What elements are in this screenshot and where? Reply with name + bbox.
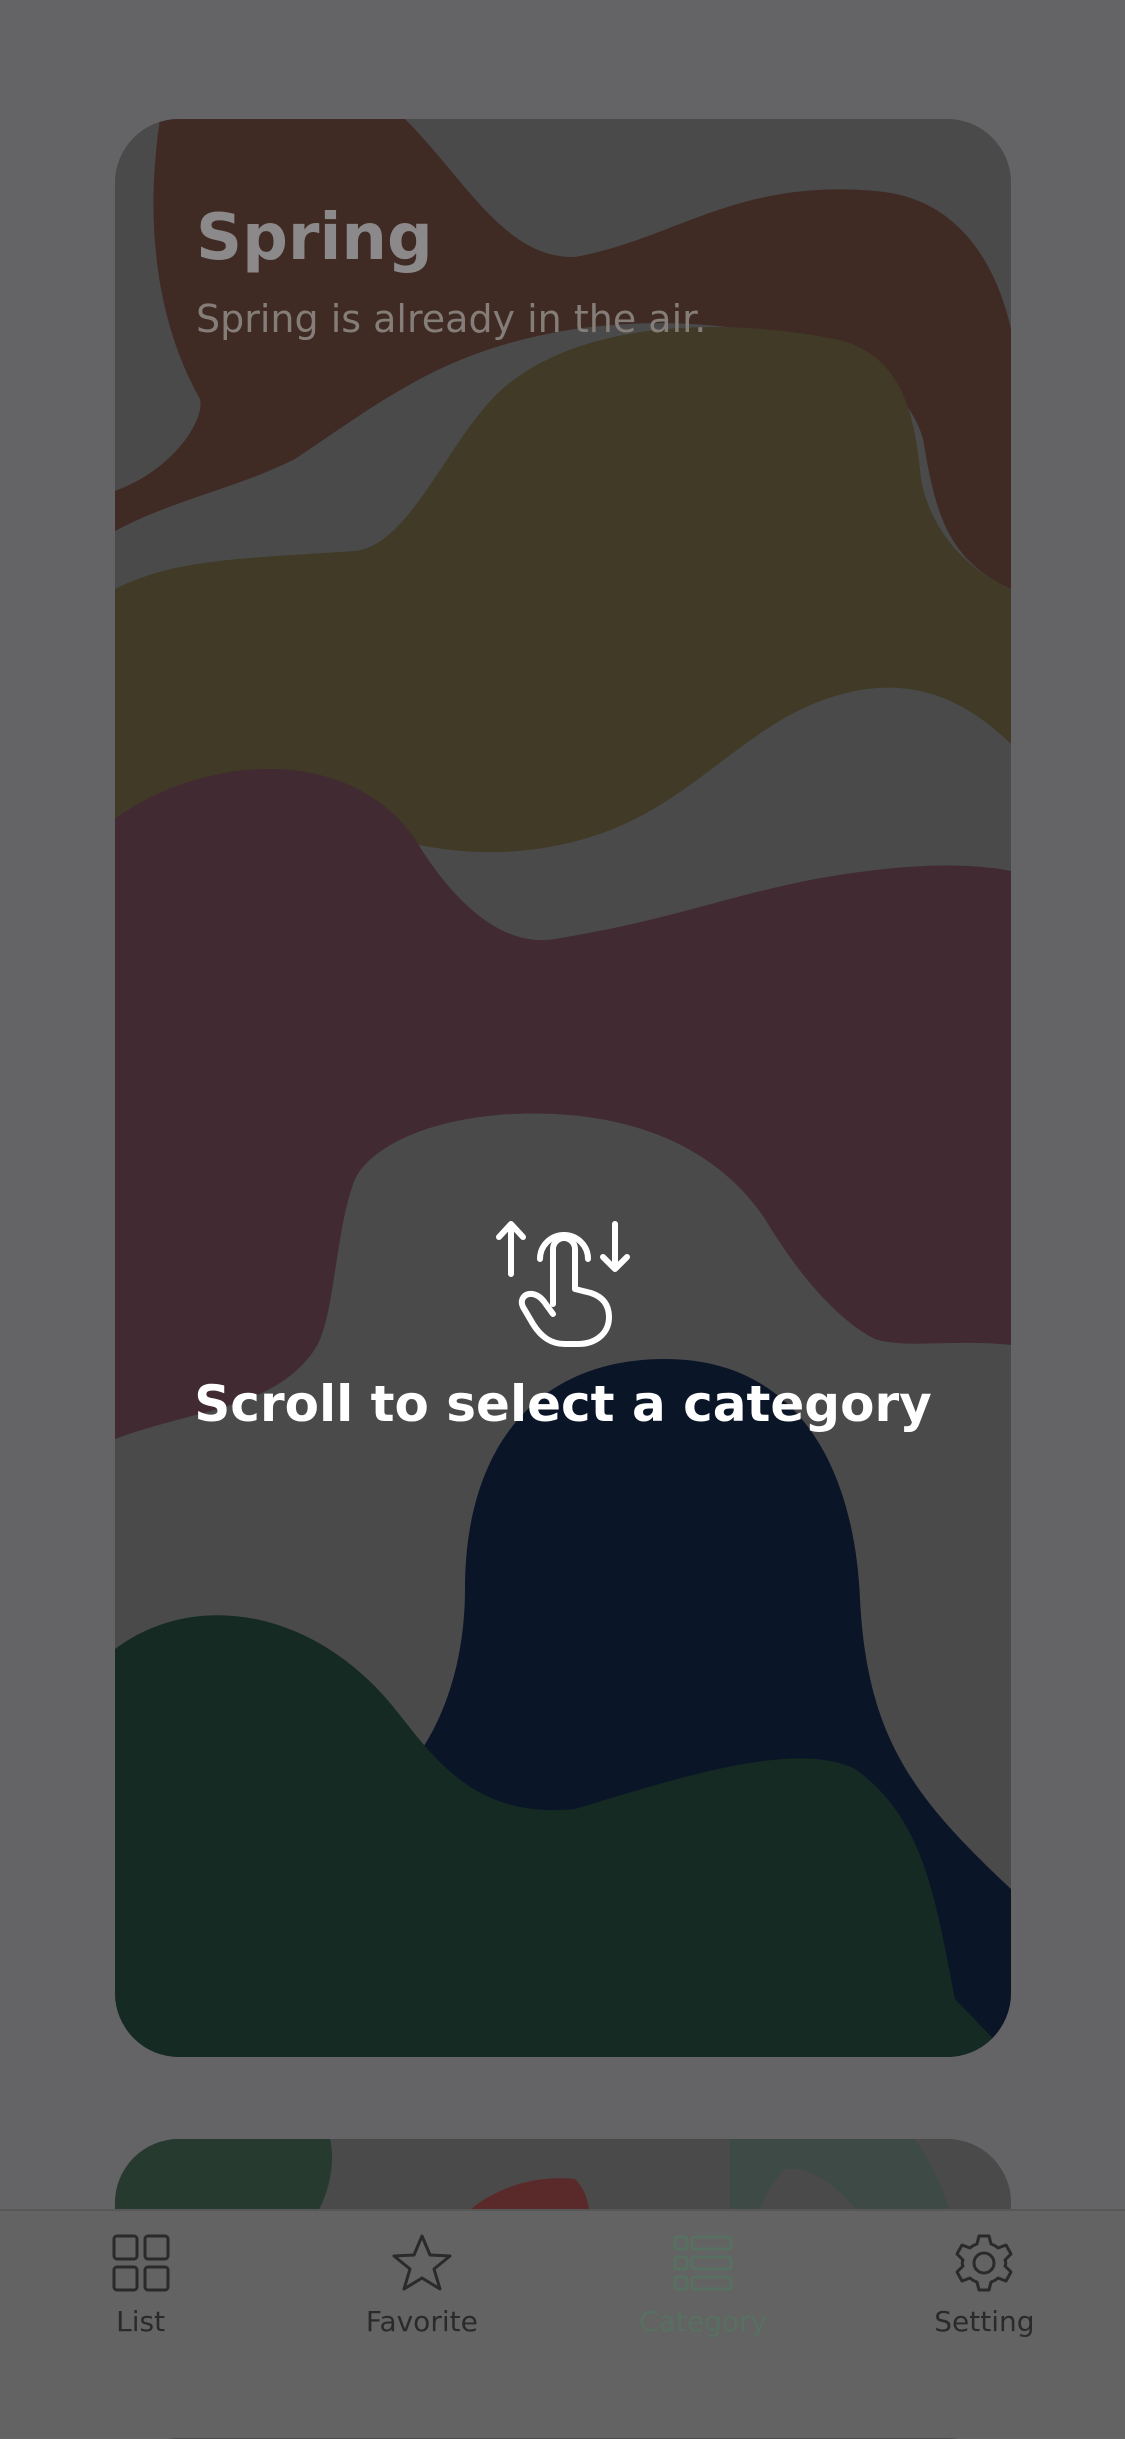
star-icon [392, 2234, 452, 2291]
scroll-hint: Scroll to select a category [115, 1219, 1011, 1433]
category-title: Spring [196, 201, 433, 275]
scroll-hint-text: Scroll to select a category [194, 1375, 932, 1433]
card-background-art [115, 119, 1011, 2057]
tab-label: Favorite [365, 2305, 478, 2338]
gear-icon [955, 2234, 1013, 2292]
category-card-spring[interactable]: Spring Spring is already in the air. Scr… [115, 119, 1011, 2057]
grid-icon [112, 2234, 170, 2292]
bottom-tab-bar: List Favorite Category Setting [0, 2209, 1125, 2438]
tab-label: Setting [934, 2305, 1035, 2338]
tab-label: List [116, 2305, 166, 2338]
tab-category[interactable]: Category [563, 2211, 844, 2438]
tab-label: Category [639, 2305, 768, 2338]
tab-favorite[interactable]: Favorite [281, 2211, 562, 2438]
tab-list[interactable]: List [0, 2211, 281, 2438]
tab-setting[interactable]: Setting [844, 2211, 1125, 2438]
category-subtitle: Spring is already in the air. [196, 297, 707, 341]
swipe-up-down-icon [496, 1221, 630, 1347]
category-list-icon [673, 2235, 733, 2291]
